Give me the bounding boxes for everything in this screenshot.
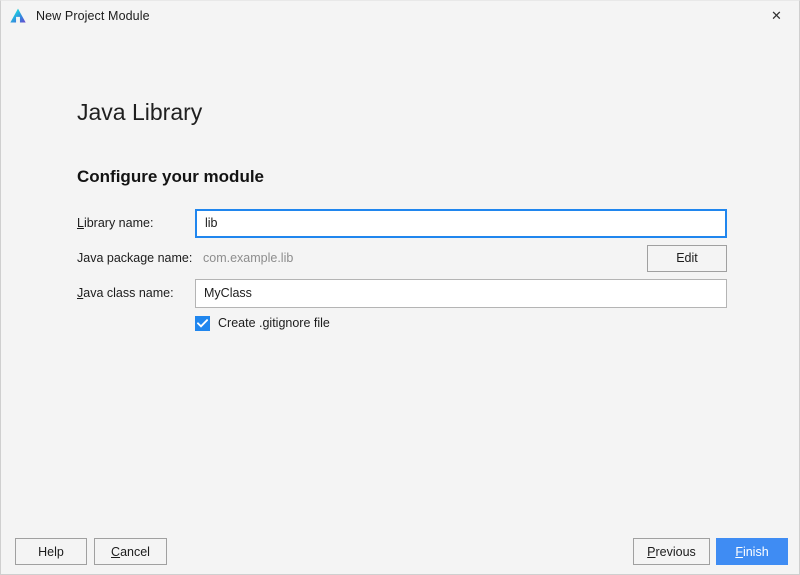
finish-button-mnemonic: F [735,544,743,559]
previous-button-label: Previous [647,545,696,559]
cancel-button-label-rest: ancel [120,544,150,559]
close-button[interactable]: ✕ [754,1,799,31]
android-studio-logo-icon [10,8,26,23]
edit-button-label: Edit [676,251,698,265]
edit-package-name-button[interactable]: Edit [647,244,727,272]
library-name-row: Library name: lib [77,208,727,238]
finish-button-label-rest: inish [742,544,769,559]
help-button-label: Help [38,544,64,559]
library-name-input-value: lib [205,216,218,230]
dialog-footer: Help Cancel Previous Finish [1,530,799,574]
previous-button-mnemonic: P [647,544,656,559]
java-class-name-input-value: MyClass [204,286,252,300]
create-gitignore-checkbox[interactable] [195,315,210,331]
library-name-label-mnemonic: L [77,215,84,230]
java-package-name-value: com.example.lib [203,250,294,265]
section-heading: Configure your module [77,167,264,186]
checkmark-icon [197,318,208,328]
new-project-module-dialog: New Project Module ✕ Java Library Config… [0,0,800,575]
dialog-body: Java Library Configure your module Libra… [1,31,799,530]
library-name-input[interactable]: lib [195,208,727,238]
cancel-button-label: Cancel [111,545,150,559]
java-class-name-label: Java class name: [77,287,195,300]
finish-button[interactable]: Finish [716,538,788,565]
close-icon: ✕ [771,8,782,24]
library-name-label-rest: ibrary name: [83,215,154,230]
help-button[interactable]: Help [15,538,87,565]
create-gitignore-checkbox-row[interactable]: Create .gitignore file [195,314,330,332]
finish-button-label: Finish [735,545,768,559]
title-bar: New Project Module ✕ [1,1,799,31]
java-class-name-label-rest: ava class name: [83,285,174,300]
cancel-button-mnemonic: C [111,544,121,559]
java-package-name-row: Java package name: com.example.lib Edit [77,243,727,273]
previous-button[interactable]: Previous [633,538,710,565]
page-title: Java Library [77,99,203,125]
cancel-button[interactable]: Cancel [94,538,167,565]
java-class-name-input[interactable]: MyClass [195,278,727,308]
previous-button-label-rest: revious [655,544,696,559]
java-package-name-label: Java package name: [77,250,193,265]
window-title: New Project Module [36,8,150,23]
java-class-name-row: Java class name: MyClass [77,278,727,308]
create-gitignore-label: Create .gitignore file [218,315,330,330]
library-name-label: Library name: [77,217,195,230]
